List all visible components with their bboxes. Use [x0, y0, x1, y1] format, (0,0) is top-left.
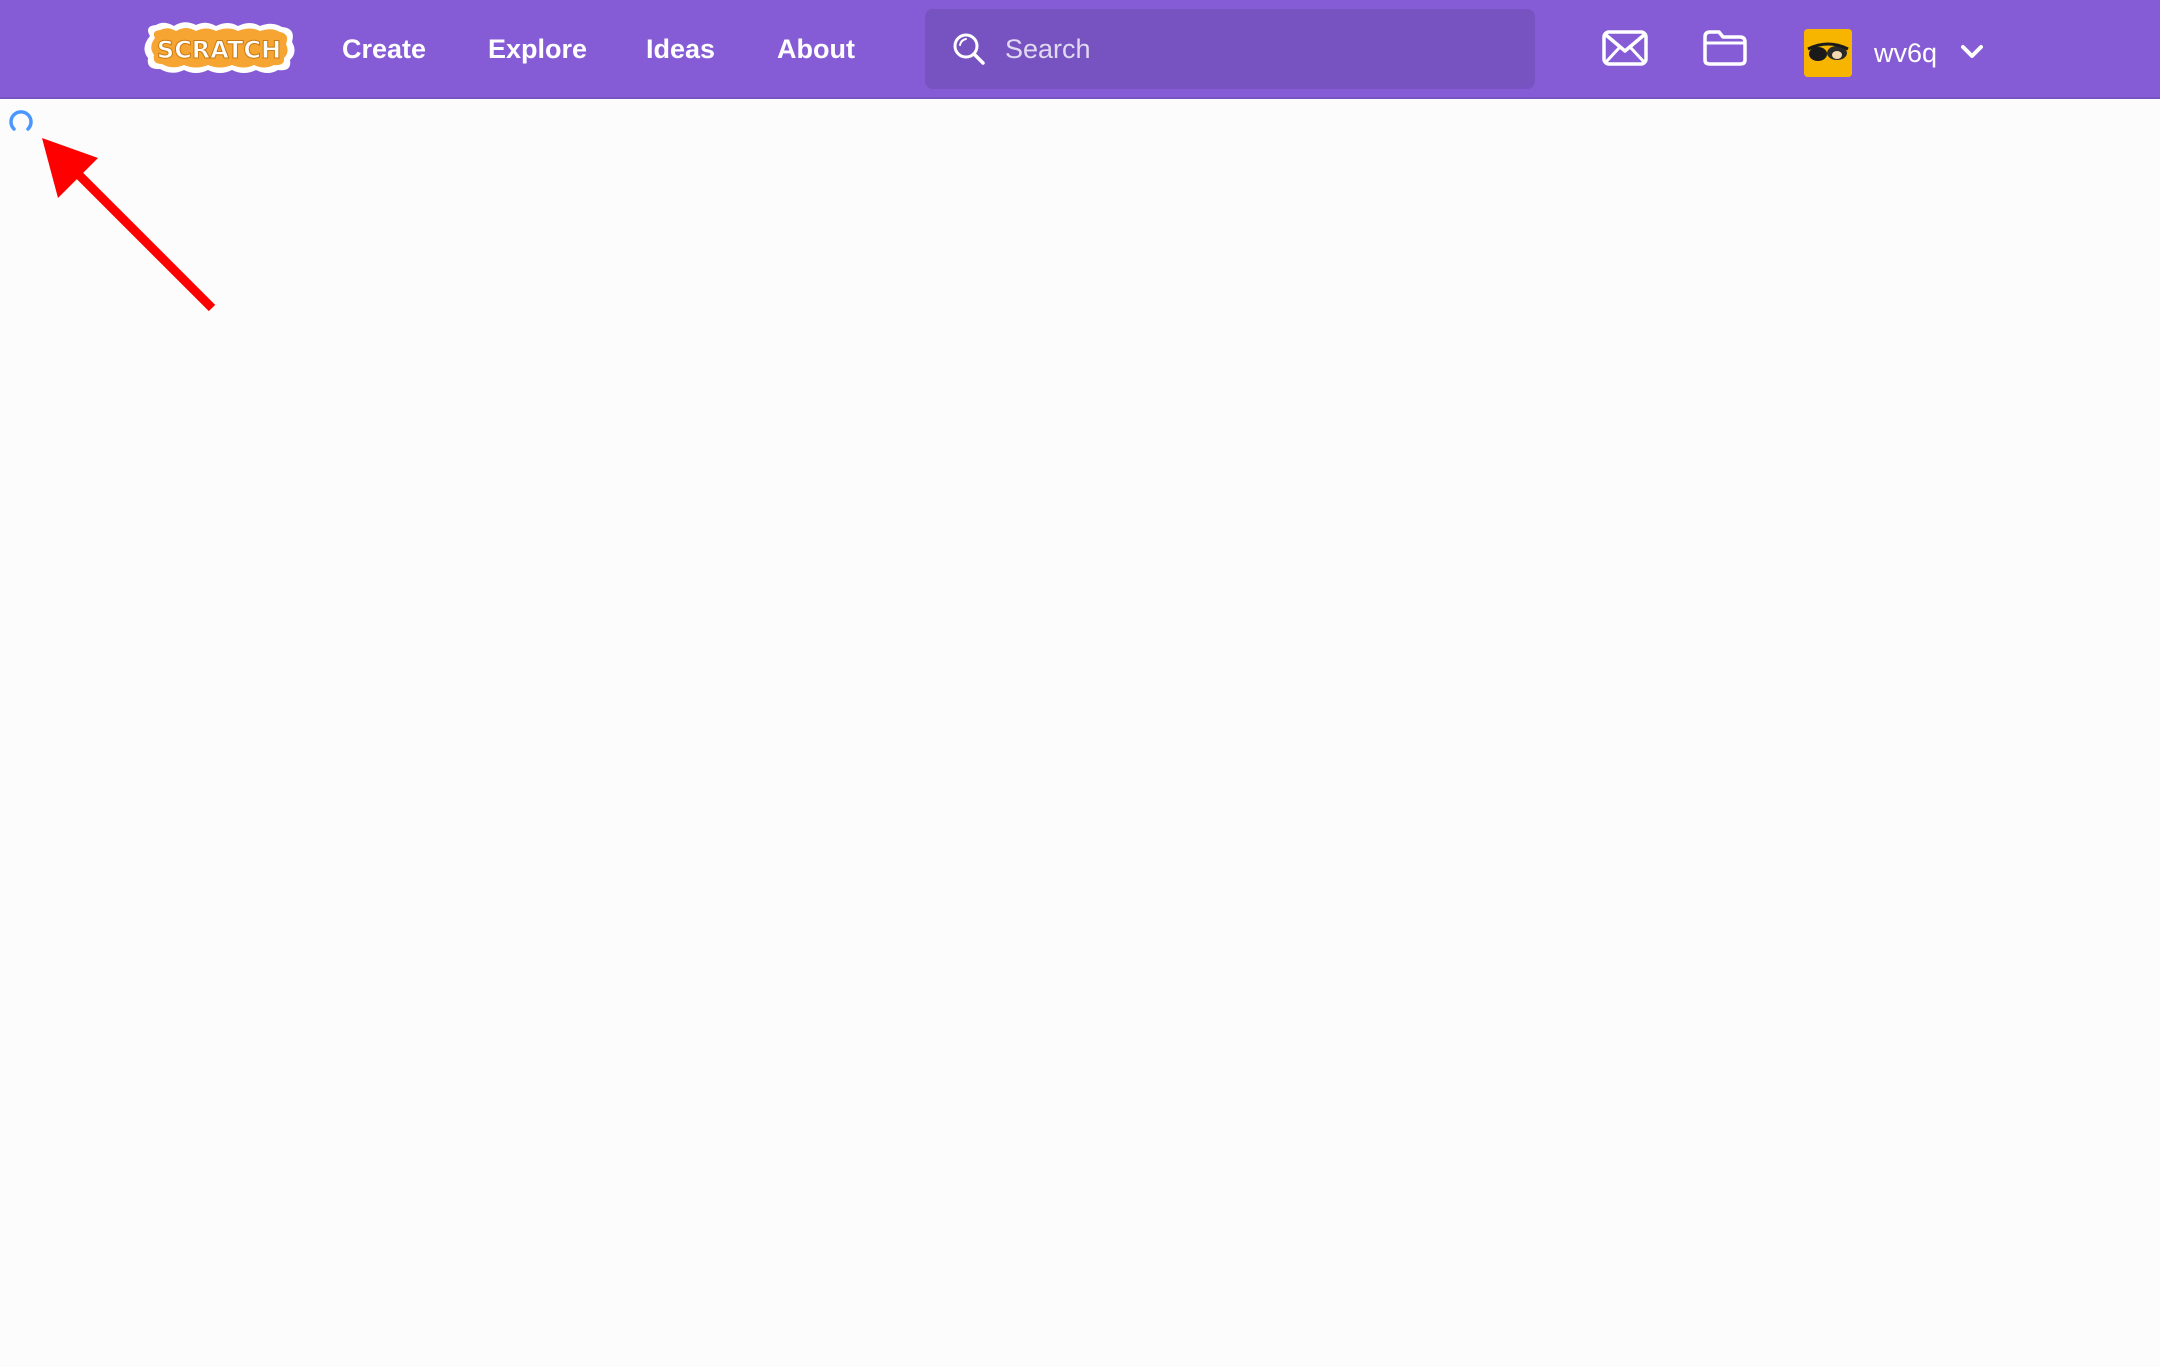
nav-create[interactable]: Create [342, 0, 426, 99]
avatar-face-icon [1804, 29, 1852, 77]
red-arrow-icon [42, 138, 216, 312]
search-input[interactable] [1005, 9, 1515, 89]
search-icon [953, 33, 985, 65]
username: wv6q [1874, 38, 1938, 68]
top-navigation-bar: SCRATCH Create Explore Ideas About Searc… [0, 0, 2160, 99]
nav-explore[interactable]: Explore [488, 0, 587, 99]
envelope-icon[interactable] [1602, 30, 1648, 66]
scratch-logo[interactable]: SCRATCH [140, 18, 298, 78]
search-bar[interactable] [925, 9, 1535, 89]
nav-ideas[interactable]: Ideas [646, 0, 715, 99]
scratch-logo-icon: SCRATCH [144, 22, 295, 73]
chevron-down-icon[interactable] [1960, 42, 1984, 62]
svg-text:SCRATCH: SCRATCH [157, 36, 281, 64]
account-menu[interactable]: wv6q [1804, 26, 1994, 77]
nav-about[interactable]: About [777, 0, 855, 99]
avatar [1804, 29, 1852, 77]
folder-icon[interactable] [1702, 29, 1748, 67]
